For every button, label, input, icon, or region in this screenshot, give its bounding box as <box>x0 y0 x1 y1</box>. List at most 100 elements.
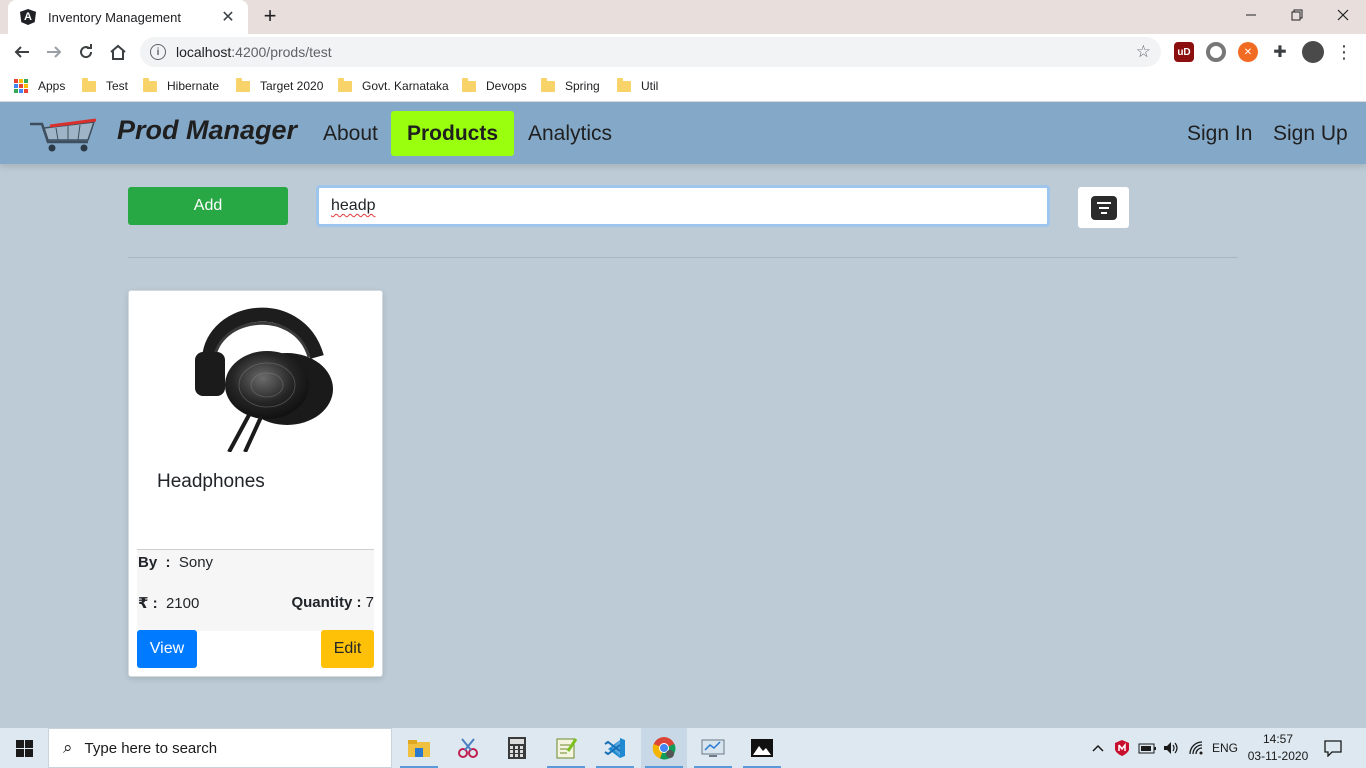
view-button[interactable]: View <box>137 630 197 668</box>
browser-toolbar: i localhost:4200/prods/test ☆ uD ✕ ✚ ⋮ <box>0 34 1366 70</box>
bookmark-label: Apps <box>38 79 66 93</box>
battery-icon[interactable] <box>1138 728 1158 768</box>
filter-list-icon <box>1090 195 1117 220</box>
language-indicator[interactable]: ENG <box>1212 728 1238 768</box>
folder-icon <box>541 77 555 92</box>
product-price-row: ₹ : 2100 <box>138 595 200 612</box>
wifi-icon[interactable] <box>1188 728 1206 768</box>
address-bar[interactable]: i localhost:4200/prods/test ☆ <box>140 37 1161 67</box>
bookmark-folder-spring[interactable]: Spring <box>541 77 600 95</box>
tab-close-icon[interactable]: ✕ <box>220 7 236 27</box>
bookmark-folder-devops[interactable]: Devops <box>462 77 527 95</box>
taskbar-search-placeholder: Type here to search <box>84 739 218 757</box>
bookmark-label: Util <box>641 79 659 93</box>
sign-up-link[interactable]: Sign Up <box>1257 111 1364 156</box>
product-search-input[interactable]: headp <box>316 185 1050 227</box>
bookmark-star-icon[interactable]: ☆ <box>1136 42 1151 62</box>
bookmark-folder-govt-karnataka[interactable]: Govt. Karnataka <box>338 77 449 95</box>
app-navbar: Prod Manager About Products Analytics Si… <box>0 102 1366 164</box>
bookmark-folder-target-2020[interactable]: Target 2020 <box>236 77 323 95</box>
forward-arrow-icon[interactable] <box>42 40 66 64</box>
minimize-icon[interactable] <box>1228 0 1274 30</box>
bookmark-label: Devops <box>486 79 527 93</box>
antivirus-shield-icon[interactable] <box>1114 728 1130 768</box>
folder-icon <box>617 77 631 92</box>
taskbar-search[interactable]: ⌕ Type here to search <box>48 728 392 768</box>
back-arrow-icon[interactable] <box>10 40 34 64</box>
remote-desktop-icon[interactable] <box>690 728 736 768</box>
folder-icon <box>143 77 157 92</box>
clock-time: 14:57 <box>1262 732 1294 746</box>
profile-avatar[interactable] <box>1302 41 1324 63</box>
restore-icon[interactable] <box>1274 0 1320 30</box>
file-explorer-icon[interactable] <box>396 728 442 768</box>
folder-icon <box>236 77 250 92</box>
search-input-value: headp <box>331 197 376 214</box>
browser-tab-strip: A Inventory Management ✕ + <box>0 0 1366 34</box>
search-icon: ⌕ <box>63 738 73 757</box>
system-clock[interactable]: 14:57 03-11-2020 <box>1244 731 1312 765</box>
close-window-icon[interactable] <box>1320 0 1366 30</box>
bookmarks-bar: Apps Test Hibernate Target 2020 Govt. Ka… <box>0 70 1366 102</box>
product-quantity-row: Quantity : 7 <box>291 594 374 611</box>
bookmark-label: Govt. Karnataka <box>362 79 449 93</box>
bookmark-folder-test[interactable]: Test <box>82 77 128 95</box>
photos-icon[interactable] <box>739 728 785 768</box>
reload-icon[interactable] <box>74 40 98 64</box>
windows-logo-icon <box>15 739 33 757</box>
windows-taskbar: ⌕ Type here to search ENG 14:57 03-11-20… <box>0 728 1366 768</box>
folder-icon <box>462 77 476 92</box>
orange-extension-icon[interactable]: ✕ <box>1238 42 1258 62</box>
product-details: By : Sony ₹ : 2100 Quantity : 7 <box>137 549 374 631</box>
bookmark-apps[interactable]: Apps <box>14 77 65 95</box>
ublock-icon[interactable]: uD <box>1174 42 1194 62</box>
product-brand-row: By : Sony <box>138 554 214 571</box>
puzzle-extensions-icon[interactable]: ✚ <box>1270 42 1290 62</box>
privacy-extension-icon[interactable] <box>1206 42 1226 62</box>
shopping-cart-logo-icon[interactable] <box>28 114 102 154</box>
site-info-icon[interactable]: i <box>150 44 166 60</box>
bookmark-label: Hibernate <box>167 79 220 93</box>
bookmark-label: Spring <box>565 79 600 93</box>
url-path: :4200/prods/test <box>231 44 332 60</box>
brand-title[interactable]: Prod Manager <box>117 115 297 146</box>
clock-date: 03-11-2020 <box>1247 749 1309 763</box>
notification-center-icon[interactable] <box>1323 728 1343 768</box>
nav-link-analytics[interactable]: Analytics <box>512 111 628 156</box>
new-tab-icon[interactable]: + <box>258 5 282 29</box>
product-card: Headphones By : Sony ₹ : 2100 Quantity :… <box>128 290 383 677</box>
product-brand: Sony <box>178 554 214 571</box>
volume-icon[interactable] <box>1162 728 1180 768</box>
chrome-icon[interactable] <box>641 728 687 768</box>
browser-tab[interactable]: A Inventory Management ✕ <box>8 0 248 34</box>
by-label: By <box>138 554 158 571</box>
tab-title: Inventory Management <box>48 9 181 25</box>
calculator-icon[interactable] <box>494 728 540 768</box>
folder-icon <box>82 77 96 92</box>
apps-grid-icon <box>14 79 28 93</box>
nav-link-products[interactable]: Products <box>391 111 515 156</box>
folder-icon <box>338 77 352 92</box>
bookmark-folder-hibernate[interactable]: Hibernate <box>143 77 219 95</box>
product-price: 2100 <box>165 595 200 612</box>
bookmark-label: Test <box>106 79 129 93</box>
headphones-image <box>195 307 333 452</box>
bookmark-label: Target 2020 <box>260 79 324 93</box>
chrome-menu-icon[interactable]: ⋮ <box>1332 40 1356 64</box>
notepad-plus-icon[interactable] <box>543 728 589 768</box>
snipping-tool-icon[interactable] <box>445 728 491 768</box>
add-product-button[interactable]: Add <box>128 187 288 225</box>
vscode-icon[interactable] <box>592 728 638 768</box>
nav-link-about[interactable]: About <box>307 111 394 156</box>
bookmark-folder-util[interactable]: Util <box>617 77 658 95</box>
product-name[interactable]: Headphones <box>157 471 265 493</box>
home-icon[interactable] <box>106 40 130 64</box>
filter-button[interactable] <box>1078 187 1129 228</box>
quantity-label: Quantity <box>291 594 353 611</box>
start-button[interactable] <box>0 728 48 768</box>
divider <box>128 257 1238 258</box>
angular-favicon-icon: A <box>20 9 36 25</box>
edit-button[interactable]: Edit <box>321 630 374 668</box>
sign-in-link[interactable]: Sign In <box>1171 111 1268 156</box>
show-hidden-icons-icon[interactable] <box>1092 728 1104 768</box>
